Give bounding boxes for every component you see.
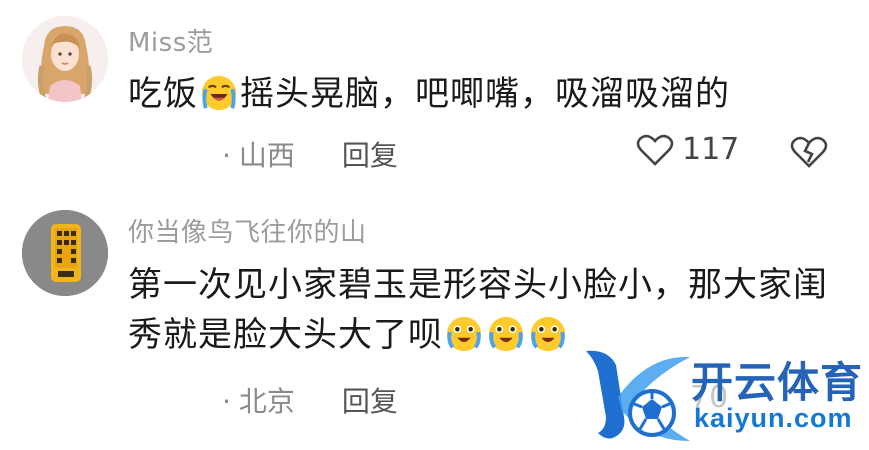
username[interactable]: Miss范: [128, 22, 213, 59]
comment-item: Miss范 吃饭 摇头晃脑，吧唧嘴，吸溜吸溜的 · 山西 回复 117: [0, 0, 869, 200]
comment-text: 吃饭 摇头晃脑，吧唧嘴，吸溜吸溜的: [128, 69, 730, 119]
like-button[interactable]: 117: [636, 132, 739, 167]
loudly-crying-emoji-icon: [201, 75, 237, 111]
broken-heart-icon: [790, 136, 828, 168]
user-avatar[interactable]: [22, 210, 108, 296]
yellow-phone-avatar-icon: [22, 210, 108, 296]
comment-text-part: 吃饭: [128, 74, 198, 114]
user-avatar[interactable]: [22, 16, 108, 102]
comment-meta: · 北京 回复: [222, 380, 398, 420]
tearful-laughing-emoji-icon: [446, 316, 482, 352]
like-count: 117: [682, 132, 740, 167]
comment-text-part: 摇头晃脑，吧唧嘴，吸溜吸溜的: [240, 74, 730, 114]
dislike-button[interactable]: [790, 135, 828, 173]
comment-list: Miss范 吃饭 摇头晃脑，吧唧嘴，吸溜吸溜的 · 山西 回复 117 你当像鸟…: [0, 0, 869, 450]
location-label: 山西: [238, 139, 295, 172]
username[interactable]: 你当像鸟飞往你的山: [128, 212, 367, 249]
comment-text-line: 第一次见小家碧玉是形容头小脸小，那大家闺: [128, 265, 828, 305]
brand-watermark: 开云体育 kaiyun.com: [578, 345, 868, 450]
tearful-laughing-emoji-icon: [530, 316, 566, 352]
tearful-laughing-emoji-icon: [488, 316, 524, 352]
reply-button[interactable]: 回复: [342, 385, 398, 418]
location-label: 北京: [238, 385, 295, 418]
brand-name-cn: 开云体育: [691, 358, 864, 407]
meta-dot: ·: [222, 385, 231, 418]
kaiyun-logo-icon: [586, 350, 690, 441]
comment-text-part: 秀就是脸大头大了呗: [128, 315, 443, 355]
comment-meta: · 山西 回复: [222, 134, 398, 174]
meta-dot: ·: [222, 139, 231, 172]
reply-button[interactable]: 回复: [342, 139, 398, 172]
girl-avatar-icon: [22, 16, 108, 102]
brand-name-en: kaiyun.com: [694, 403, 853, 433]
heart-icon: [636, 134, 674, 166]
